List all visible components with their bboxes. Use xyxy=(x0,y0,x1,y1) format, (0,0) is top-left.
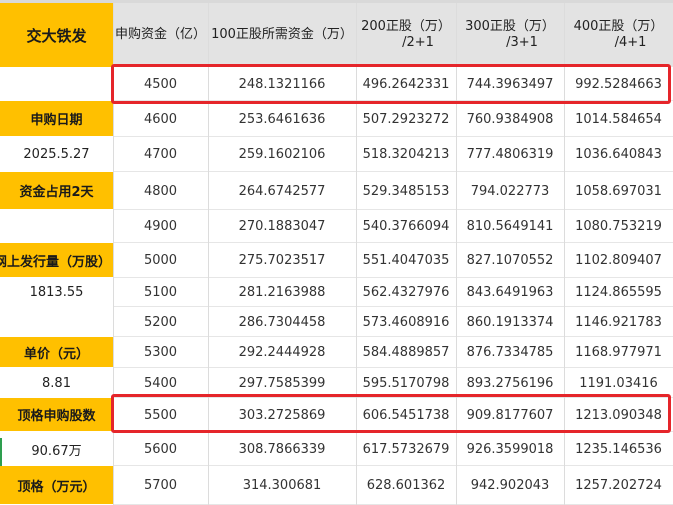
header-col-3-line2: /2+1 xyxy=(402,35,434,50)
table-cell[interactable]: 942.902043 xyxy=(456,466,564,505)
table-cell[interactable]: 1102.809407 xyxy=(564,243,673,278)
table-cell[interactable]: 314.300681 xyxy=(208,466,356,505)
header-col-5-line2: /4+1 xyxy=(614,35,647,50)
row-label-cell[interactable]: 申购日期 xyxy=(0,101,113,137)
table-cell[interactable]: 5200 xyxy=(113,307,208,337)
table-cell[interactable]: 518.3204213 xyxy=(356,137,456,172)
row-label-cell[interactable]: 资金占用2天 xyxy=(0,172,113,210)
table-cell[interactable]: 1257.202724 xyxy=(564,466,673,505)
table-cell[interactable]: 551.4047035 xyxy=(356,243,456,278)
table-cell[interactable]: 5600 xyxy=(113,432,208,466)
header-col-1[interactable]: 申购资金（亿） xyxy=(113,3,208,67)
table-cell[interactable]: 760.9384908 xyxy=(456,101,564,137)
header-col-3-line1: 200正股（万） xyxy=(361,19,451,34)
table-cell[interactable]: 628.601362 xyxy=(356,466,456,505)
table-cell[interactable]: 1080.753219 xyxy=(564,210,673,243)
table-cell[interactable]: 1146.921783 xyxy=(564,307,673,337)
row-label-cell[interactable] xyxy=(0,307,113,337)
table-cell[interactable]: 1168.977971 xyxy=(564,337,673,368)
table-row: 1813.55 5100 281.2163988 562.4327976 843.649… xyxy=(0,278,673,307)
table-cell[interactable]: 259.1602106 xyxy=(208,137,356,172)
header-col-2[interactable]: 100正股所需资金（万） xyxy=(208,3,356,67)
row-label-cell[interactable]: 1813.55 xyxy=(0,278,113,307)
table-cell[interactable]: 584.4889857 xyxy=(356,337,456,368)
table-cell[interactable]: 281.2163988 xyxy=(208,278,356,307)
row-label-cell[interactable] xyxy=(0,210,113,243)
row-indicator-bar xyxy=(0,438,2,466)
table-row: 顶格（万元） 5700 314.300681 628.601362 942.902043… xyxy=(0,466,673,505)
table-cell[interactable]: 1235.146536 xyxy=(564,432,673,466)
table-cell[interactable]: 507.2923272 xyxy=(356,101,456,137)
table-cell[interactable]: 1058.697031 xyxy=(564,172,673,210)
table-cell[interactable]: 5000 xyxy=(113,243,208,278)
row-label-cell[interactable]: 8.81 xyxy=(0,368,113,398)
table-cell[interactable]: 794.022773 xyxy=(456,172,564,210)
table-cell[interactable]: 4700 xyxy=(113,137,208,172)
table-cell[interactable]: 4800 xyxy=(113,172,208,210)
table-cell[interactable]: 860.1913374 xyxy=(456,307,564,337)
table-cell[interactable]: 1014.584654 xyxy=(564,101,673,137)
table-cell[interactable]: 827.1070552 xyxy=(456,243,564,278)
row-label-cell[interactable]: 2025.5.27 xyxy=(0,137,113,172)
table-cell[interactable]: 286.7304458 xyxy=(208,307,356,337)
table-cell[interactable]: 270.1883047 xyxy=(208,210,356,243)
table-cell[interactable]: 4900 xyxy=(113,210,208,243)
table-row: 资金占用2天 4800 264.6742577 529.3485153 794.0227… xyxy=(0,172,673,210)
row-label-cell[interactable]: 单价（元） xyxy=(0,337,113,368)
table-row: 2025.5.27 4700 259.1602106 518.3204213 777.4… xyxy=(0,137,673,172)
highlight-box-5500 xyxy=(111,394,671,433)
table-row: 单价（元） 5300 292.2444928 584.4889857 876.73347… xyxy=(0,337,673,368)
header-col-3[interactable]: 200正股（万） /2+1 xyxy=(356,3,456,67)
table-cell[interactable]: 5300 xyxy=(113,337,208,368)
header-row: 交大铁发 申购资金（亿） 100正股所需资金（万） 200正股（万） /2+1 … xyxy=(0,3,673,67)
table-row: 5200 286.7304458 573.4608916 860.1913374 114… xyxy=(0,307,673,337)
table-row: 4900 270.1883047 540.3766094 810.5649141 108… xyxy=(0,210,673,243)
header-col-2-line1: 100正股所需资金（万） xyxy=(211,27,353,42)
table-cell[interactable]: 275.7023517 xyxy=(208,243,356,278)
table-cell[interactable]: 843.6491963 xyxy=(456,278,564,307)
table-cell[interactable]: 562.4327976 xyxy=(356,278,456,307)
table-row: 网上发行量（万股） 5000 275.7023517 551.4047035 827.1… xyxy=(0,243,673,278)
table-cell[interactable]: 264.6742577 xyxy=(208,172,356,210)
header-col-5[interactable]: 400正股（万） /4+1 xyxy=(564,3,673,67)
row-label-cell[interactable]: 顶格申购股数 xyxy=(0,398,113,432)
highlight-box-4500 xyxy=(111,64,671,104)
table-row: 90.67万 5600 308.7866339 617.5732679 926.3599… xyxy=(0,432,673,466)
table-cell[interactable]: 308.7866339 xyxy=(208,432,356,466)
header-title[interactable]: 交大铁发 xyxy=(0,3,113,67)
row-label-cell[interactable]: 顶格（万元） xyxy=(0,466,113,505)
table-cell[interactable]: 926.3599018 xyxy=(456,432,564,466)
header-col-4-line1: 300正股（万） xyxy=(465,19,555,34)
table-cell[interactable]: 876.7334785 xyxy=(456,337,564,368)
table-cell[interactable]: 4600 xyxy=(113,101,208,137)
header-col-4[interactable]: 300正股（万） /3+1 xyxy=(456,3,564,67)
table-cell[interactable]: 617.5732679 xyxy=(356,432,456,466)
row-label-cell[interactable] xyxy=(0,67,113,101)
table-cell[interactable]: 777.4806319 xyxy=(456,137,564,172)
table-cell[interactable]: 1124.865595 xyxy=(564,278,673,307)
table-cell[interactable]: 529.3485153 xyxy=(356,172,456,210)
row-label-cell[interactable]: 网上发行量（万股） xyxy=(0,243,113,278)
table-cell[interactable]: 810.5649141 xyxy=(456,210,564,243)
table-cell[interactable]: 292.2444928 xyxy=(208,337,356,368)
table-cell[interactable]: 5700 xyxy=(113,466,208,505)
table-cell[interactable]: 5100 xyxy=(113,278,208,307)
header-col-4-line2: /3+1 xyxy=(506,35,538,50)
header-col-5-line1: 400正股（万） xyxy=(573,19,664,34)
spreadsheet: 交大铁发 申购资金（亿） 100正股所需资金（万） 200正股（万） /2+1 … xyxy=(0,0,673,505)
table-cell[interactable]: 540.3766094 xyxy=(356,210,456,243)
row-label-cell[interactable]: 90.67万 xyxy=(0,432,113,466)
table-cell[interactable]: 253.6461636 xyxy=(208,101,356,137)
table-row: 申购日期 4600 253.6461636 507.2923272 760.938490… xyxy=(0,101,673,137)
header-col-1-line1: 申购资金（亿） xyxy=(114,27,206,42)
table-cell[interactable]: 573.4608916 xyxy=(356,307,456,337)
table-cell[interactable]: 1036.640843 xyxy=(564,137,673,172)
